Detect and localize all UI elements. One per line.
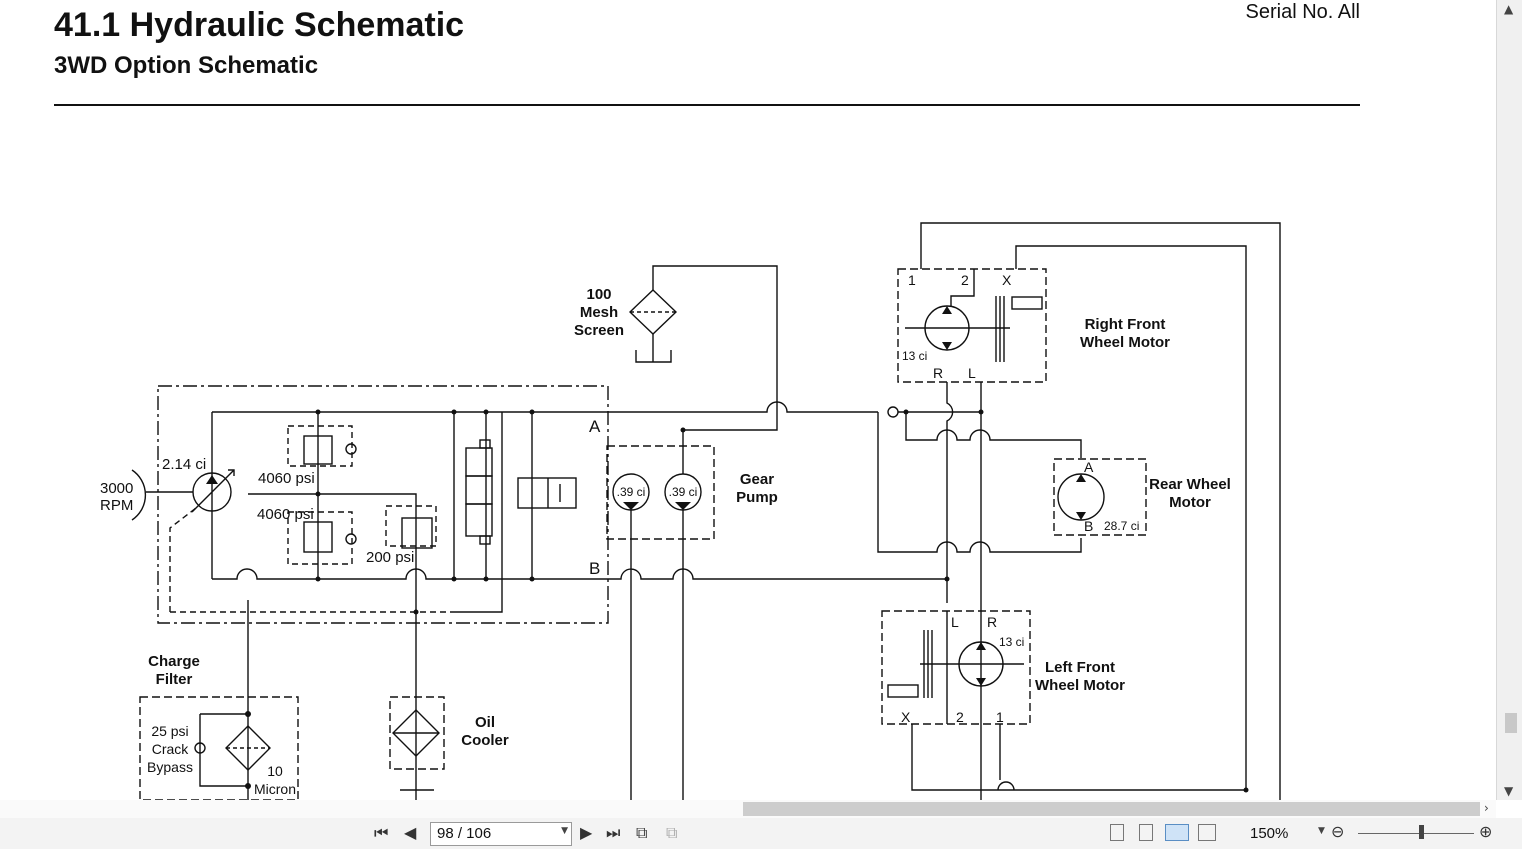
rpm-value: 3000 <box>100 480 133 497</box>
lf-port-l: L <box>951 614 959 630</box>
scroll-up-icon[interactable]: ▲ <box>1504 2 1513 16</box>
gear-pump-label-2: Pump <box>736 489 778 506</box>
lf-port-1: 1 <box>996 709 1004 725</box>
gear-disp-1: .39 ci <box>617 485 646 499</box>
rear-displacement: 28.7 ci <box>1104 519 1139 533</box>
rf-motor-label-2: Wheel Motor <box>1080 334 1170 351</box>
mesh-label-2: Mesh <box>580 304 618 321</box>
rf-displacement: 13 ci <box>902 349 927 363</box>
two-page-continuous-icon[interactable] <box>1198 824 1216 841</box>
rear-port-b: B <box>1084 518 1093 534</box>
bypass-label-2: Crack <box>152 741 190 757</box>
gear-pump-label-1: Gear <box>740 471 774 488</box>
zoom-slider[interactable] <box>1358 833 1474 834</box>
rear-motor-label-2: Motor <box>1169 494 1211 511</box>
viewer-toolbar: ⏮ ◀ 98 / 106 ▼ ▶ ⏭ ⧉ ⧉ 150% ▼ ⊖ ⊕ <box>0 818 1522 849</box>
zoom-slider-thumb[interactable] <box>1419 825 1424 839</box>
line-b <box>212 568 947 580</box>
rf-port-x: X <box>1002 272 1012 288</box>
vertical-scrollbar[interactable]: ▲ ▼ <box>1496 0 1522 800</box>
port-a-label: A <box>589 417 601 436</box>
zoom-level[interactable]: 150% <box>1250 825 1288 842</box>
mesh-label-3: Screen <box>574 322 624 339</box>
rf-port-2: 2 <box>961 272 969 288</box>
gear-disp-2: .39 ci <box>669 485 698 499</box>
document-page: 41.1 Hydraulic Schematic 3WD Option Sche… <box>0 0 1496 800</box>
rear-motor-label-1: Rear Wheel <box>1149 476 1231 493</box>
charge-relief-pressure: 200 psi <box>366 549 414 566</box>
relief-upper-pressure: 4060 psi <box>258 470 315 487</box>
lf-port-r: R <box>987 614 997 630</box>
next-page-icon[interactable]: ▶ <box>580 822 592 844</box>
two-page-icon[interactable] <box>1165 824 1189 841</box>
horizontal-scrollbar[interactable]: › <box>0 800 1496 818</box>
micron-value: 10 <box>267 763 283 779</box>
scroll-down-icon[interactable]: ▼ <box>1504 784 1513 798</box>
pump-displacement: 2.14 ci <box>162 456 206 473</box>
vertical-scroll-thumb[interactable] <box>1505 713 1517 733</box>
charge-filter-label-2: Filter <box>156 671 193 688</box>
mesh-label-1: 100 <box>586 286 611 303</box>
zoom-dropdown-icon[interactable]: ▼ <box>1318 826 1325 836</box>
first-page-icon[interactable]: ⏮ <box>374 822 388 844</box>
rpm-unit: RPM <box>100 497 133 514</box>
bypass-label-3: Bypass <box>147 759 193 775</box>
hydraulic-schematic: 3000 RPM 2.14 ci 4060 psi 4060 psi 200 p… <box>100 222 1281 800</box>
page-number-value: 98 / 106 <box>437 825 492 842</box>
lf-motor-label-1: Left Front <box>1045 659 1115 676</box>
port-b-label: B <box>589 559 600 578</box>
lf-motor-label-2: Wheel Motor <box>1035 677 1125 694</box>
lf-port-x: X <box>901 709 911 725</box>
oil-cooler-label-2: Cooler <box>461 732 509 749</box>
oil-cooler-label-1: Oil <box>475 714 495 731</box>
rear-port-a: A <box>1084 459 1094 475</box>
go-back-view-icon[interactable]: ⧉ <box>636 822 647 844</box>
last-page-icon[interactable]: ⏭ <box>606 822 620 844</box>
chevron-down-icon[interactable]: ▼ <box>561 826 568 836</box>
scroll-right-icon[interactable]: › <box>1484 801 1489 815</box>
page-number-field[interactable]: 98 / 106 ▼ <box>430 822 572 846</box>
lf-port-2: 2 <box>956 709 964 725</box>
rf-port-1: 1 <box>908 272 916 288</box>
single-page-icon[interactable] <box>1110 824 1124 841</box>
continuous-page-icon[interactable] <box>1139 824 1153 841</box>
micron-unit: Micron <box>254 781 296 797</box>
lf-displacement: 13 ci <box>999 635 1024 649</box>
previous-page-icon[interactable]: ◀ <box>404 822 416 844</box>
relief-lower-pressure: 4060 psi <box>257 506 314 523</box>
rf-motor-label-1: Right Front <box>1085 316 1166 333</box>
rf-port-l: L <box>968 365 976 381</box>
rf-port-r: R <box>933 365 943 381</box>
zoom-in-icon[interactable]: ⊕ <box>1479 821 1492 843</box>
zoom-out-icon[interactable]: ⊖ <box>1331 821 1344 843</box>
charge-filter-label-1: Charge <box>148 653 200 670</box>
horizontal-scroll-thumb[interactable] <box>743 802 1480 816</box>
bypass-label-1: 25 psi <box>151 723 188 739</box>
line-a <box>212 401 878 413</box>
go-forward-view-icon[interactable]: ⧉ <box>666 822 677 844</box>
